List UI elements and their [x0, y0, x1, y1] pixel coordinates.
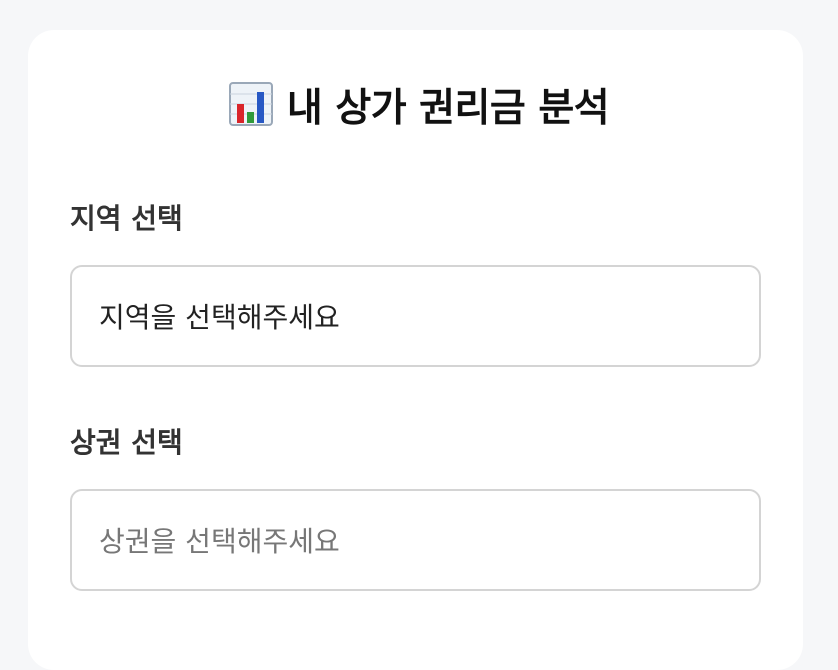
bar-chart-icon — [228, 82, 273, 126]
district-select[interactable]: 상권을 선택해주세요 — [70, 489, 761, 591]
region-select[interactable]: 지역을 선택해주세요 — [70, 265, 761, 367]
region-select-text: 지역을 선택해주세요 — [99, 301, 340, 334]
district-select-text: 상권을 선택해주세요 — [99, 525, 340, 558]
district-label: 상권 선택 — [70, 426, 183, 459]
page-title: 내 상가 권리금 분석 — [0, 82, 838, 128]
page-title-text: 내 상가 권리금 분석 — [286, 86, 610, 131]
region-label: 지역 선택 — [70, 202, 183, 235]
